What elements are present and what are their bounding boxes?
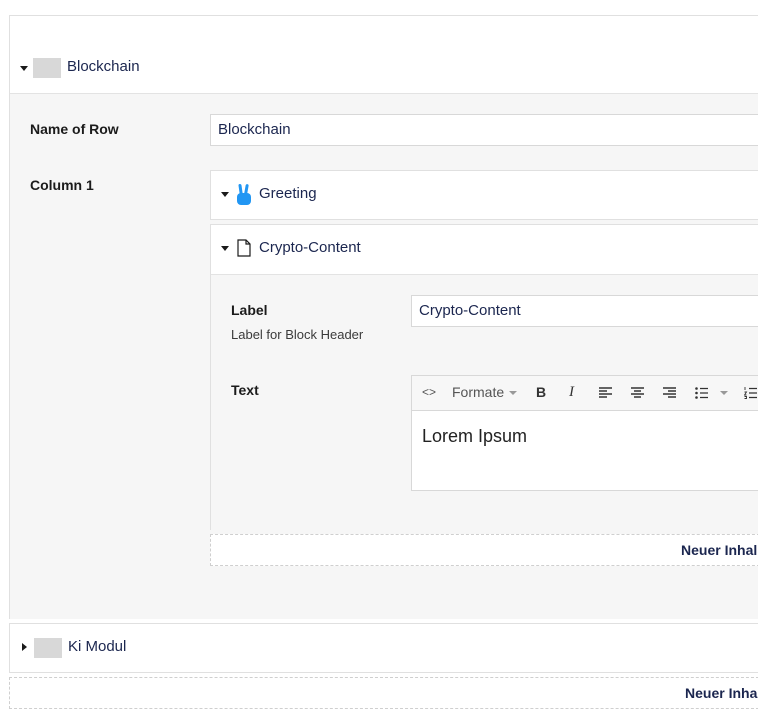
block-body: Label Label for Block Header Crypto-Cont… (211, 274, 758, 531)
caret-down-icon[interactable] (221, 246, 229, 251)
label-input[interactable]: Crypto-Content (411, 295, 758, 327)
caret-right-icon[interactable] (22, 643, 27, 651)
align-center-icon[interactable] (631, 387, 644, 399)
caret-down-icon[interactable] (20, 66, 28, 71)
peace-hand-icon (237, 183, 251, 205)
editor-content[interactable]: Lorem Ipsum (422, 426, 527, 447)
label-help-text: Label for Block Header (231, 327, 364, 342)
add-content-button[interactable]: Neuer Inha (9, 677, 758, 709)
italic-button[interactable]: I (569, 384, 574, 401)
row-title: Blockchain (67, 58, 140, 75)
text-field-label: Text (231, 382, 259, 398)
add-content-label: Neuer Inhal (681, 542, 758, 558)
label-field-label: Label (231, 302, 268, 318)
block-header[interactable]: Crypto-Content (211, 225, 758, 274)
chevron-down-icon (509, 391, 517, 395)
formats-label: Formate (452, 384, 505, 400)
row-thumbnail (34, 638, 62, 658)
row-title: Ki Modul (68, 638, 127, 655)
rich-text-editor: <> Formate B I Lorem Ipsum (411, 375, 758, 491)
name-of-row-label: Name of Row (30, 121, 119, 137)
bold-button[interactable]: B (536, 384, 546, 400)
block-title: Crypto-Content (259, 239, 361, 256)
block-greeting[interactable]: Greeting (210, 170, 758, 220)
editor-toolbar: <> Formate B I (412, 376, 758, 411)
column-1-label: Column 1 (30, 177, 94, 193)
chevron-down-icon[interactable] (720, 391, 728, 395)
caret-down-icon[interactable] (221, 192, 229, 197)
block-title: Greeting (259, 185, 317, 202)
block-crypto-content: Crypto-Content Label Label for Block Hea… (210, 224, 758, 531)
align-left-icon[interactable] (599, 387, 612, 399)
align-right-icon[interactable] (663, 387, 676, 399)
document-icon (237, 239, 251, 257)
row-thumbnail (33, 58, 61, 78)
name-of-row-input[interactable]: Blockchain (210, 114, 758, 146)
row-header-ki-modul[interactable]: Ki Modul (9, 623, 758, 673)
bullet-list-icon[interactable] (695, 387, 708, 399)
code-icon[interactable]: <> (422, 385, 436, 399)
formats-dropdown[interactable]: Formate (452, 384, 517, 402)
add-content-button[interactable]: Neuer Inhal (210, 534, 758, 566)
row-header-blockchain[interactable]: Blockchain (10, 16, 758, 93)
row-body: Name of Row Blockchain Column 1 Greeting… (10, 93, 758, 619)
numbered-list-icon[interactable] (744, 387, 757, 399)
add-content-label: Neuer Inha (685, 685, 758, 701)
